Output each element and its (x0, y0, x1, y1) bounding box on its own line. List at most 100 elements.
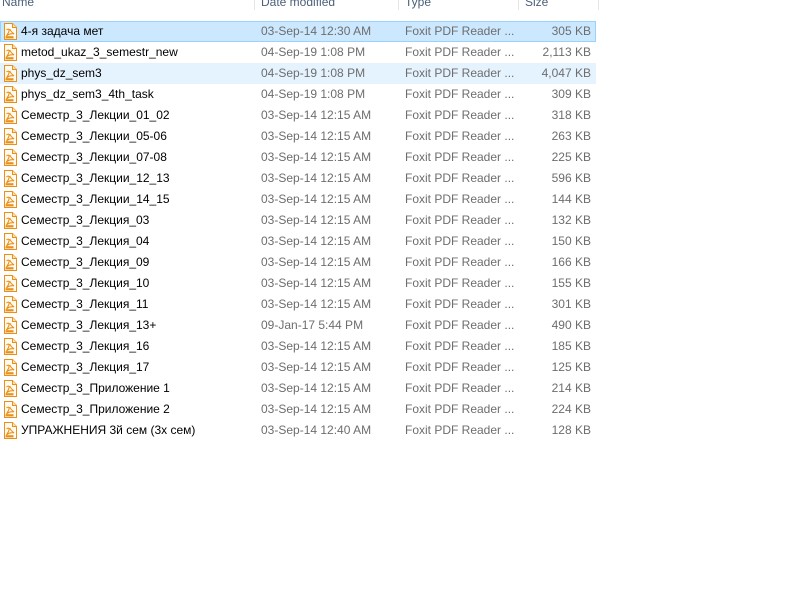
file-type: Foxit PDF Reader ... (405, 318, 515, 332)
column-header-bar: Name Date modified Type Size (0, 0, 600, 12)
file-date-modified: 04-Sep-19 1:08 PM (261, 66, 366, 80)
file-name: phys_dz_sem3_4th_task (21, 87, 154, 101)
column-divider[interactable] (254, 0, 255, 10)
file-date-modified: 04-Sep-19 1:08 PM (261, 87, 366, 101)
pdf-file-icon (2, 44, 18, 61)
file-name: Семестр_3_Лекция_09 (21, 255, 150, 269)
pdf-file-icon (2, 86, 18, 103)
file-size: 125 KB (551, 360, 591, 374)
file-date-modified: 03-Sep-14 12:15 AM (261, 360, 372, 374)
file-row[interactable]: Семестр_3_Лекции_07-08 03-Sep-14 12:15 A… (0, 147, 596, 168)
pdf-file-icon (2, 65, 18, 82)
file-type: Foxit PDF Reader ... (405, 423, 515, 437)
file-date-modified: 03-Sep-14 12:15 AM (261, 402, 372, 416)
file-type: Foxit PDF Reader ... (405, 276, 515, 290)
file-type: Foxit PDF Reader ... (405, 381, 515, 395)
file-explorer-list: Name Date modified Type Size 4-я задача … (0, 0, 600, 589)
file-row[interactable]: Семестр_3_Лекция_04 03-Sep-14 12:15 AM F… (0, 231, 596, 252)
file-name: 4-я задача мет (21, 24, 104, 38)
file-row[interactable]: phys_dz_sem3_4th_task 04-Sep-19 1:08 PM … (0, 84, 596, 105)
file-date-modified: 03-Sep-14 12:15 AM (261, 255, 372, 269)
file-row[interactable]: Семестр_3_Лекция_16 03-Sep-14 12:15 AM F… (0, 336, 596, 357)
file-row[interactable]: phys_dz_sem3 04-Sep-19 1:08 PM Foxit PDF… (0, 63, 596, 84)
file-name: phys_dz_sem3 (21, 66, 102, 80)
file-name: Семестр_3_Лекции_12_13 (21, 171, 170, 185)
file-date-modified: 04-Sep-19 1:08 PM (261, 45, 366, 59)
column-header-type[interactable]: Type (405, 0, 431, 12)
file-row[interactable]: Семестр_3_Лекция_11 03-Sep-14 12:15 AM F… (0, 294, 596, 315)
column-divider[interactable] (598, 0, 599, 10)
file-date-modified: 03-Sep-14 12:15 AM (261, 108, 372, 122)
pdf-file-icon (2, 191, 18, 208)
file-size: 263 KB (551, 129, 591, 143)
file-type: Foxit PDF Reader ... (405, 24, 515, 38)
file-list: 4-я задача мет 03-Sep-14 12:30 AM Foxit … (0, 21, 596, 441)
pdf-file-icon (2, 212, 18, 229)
pdf-file-icon (2, 317, 18, 334)
file-date-modified: 03-Sep-14 12:15 AM (261, 339, 372, 353)
file-row[interactable]: 4-я задача мет 03-Sep-14 12:30 AM Foxit … (0, 21, 596, 42)
file-name: Семестр_3_Лекции_07-08 (21, 150, 167, 164)
pdf-file-icon (2, 380, 18, 397)
file-row[interactable]: Семестр_3_Лекция_03 03-Sep-14 12:15 AM F… (0, 210, 596, 231)
file-date-modified: 03-Sep-14 12:15 AM (261, 213, 372, 227)
file-row[interactable]: Семестр_3_Приложение 2 03-Sep-14 12:15 A… (0, 399, 596, 420)
file-name: Семестр_3_Лекции_01_02 (21, 108, 170, 122)
file-type: Foxit PDF Reader ... (405, 171, 515, 185)
file-row[interactable]: Семестр_3_Лекции_12_13 03-Sep-14 12:15 A… (0, 168, 596, 189)
file-size: 144 KB (551, 192, 591, 206)
file-size: 128 KB (551, 423, 591, 437)
file-size: 318 KB (551, 108, 591, 122)
file-row[interactable]: Семестр_3_Лекции_05-06 03-Sep-14 12:15 A… (0, 126, 596, 147)
column-header-name[interactable]: Name (2, 0, 34, 12)
file-size: 2,113 KB (542, 45, 591, 59)
pdf-file-icon (2, 422, 18, 439)
file-type: Foxit PDF Reader ... (405, 402, 515, 416)
pdf-file-icon (2, 149, 18, 166)
file-date-modified: 03-Sep-14 12:15 AM (261, 234, 372, 248)
column-divider[interactable] (518, 0, 519, 10)
pdf-file-icon (2, 128, 18, 145)
pdf-file-icon (2, 296, 18, 313)
file-name: Семестр_3_Лекция_10 (21, 276, 150, 290)
pdf-file-icon (2, 107, 18, 124)
file-row[interactable]: Семестр_3_Лекция_10 03-Sep-14 12:15 AM F… (0, 273, 596, 294)
file-name: metod_ukaz_3_semestr_new (21, 45, 178, 59)
file-row[interactable]: Семестр_3_Лекции_01_02 03-Sep-14 12:15 A… (0, 105, 596, 126)
file-size: 225 KB (551, 150, 591, 164)
file-size: 309 KB (551, 87, 591, 101)
file-row[interactable]: УПРАЖНЕНИЯ 3й сем (3х сем) 03-Sep-14 12:… (0, 420, 596, 441)
file-type: Foxit PDF Reader ... (405, 360, 515, 374)
file-name: Семестр_3_Приложение 1 (21, 381, 170, 395)
file-name: Семестр_3_Лекция_03 (21, 213, 150, 227)
file-size: 166 KB (551, 255, 591, 269)
file-name: Семестр_3_Приложение 2 (21, 402, 170, 416)
file-type: Foxit PDF Reader ... (405, 108, 515, 122)
file-name: Семестр_3_Лекция_11 (21, 297, 149, 311)
column-header-date[interactable]: Date modified (261, 0, 335, 12)
file-date-modified: 09-Jan-17 5:44 PM (261, 318, 364, 332)
file-row[interactable]: Семестр_3_Лекция_17 03-Sep-14 12:15 AM F… (0, 357, 596, 378)
file-date-modified: 03-Sep-14 12:15 AM (261, 381, 372, 395)
file-row[interactable]: metod_ukaz_3_semestr_new 04-Sep-19 1:08 … (0, 42, 596, 63)
file-size: 185 KB (551, 339, 591, 353)
file-size: 155 KB (551, 276, 591, 290)
file-row[interactable]: Семестр_3_Лекции_14_15 03-Sep-14 12:15 A… (0, 189, 596, 210)
file-row[interactable]: Семестр_3_Лекция_09 03-Sep-14 12:15 AM F… (0, 252, 596, 273)
file-row[interactable]: Семестр_3_Лекция_13+ 09-Jan-17 5:44 PM F… (0, 315, 596, 336)
file-type: Foxit PDF Reader ... (405, 339, 515, 353)
file-name: Семестр_3_Лекция_17 (21, 360, 150, 374)
pdf-file-icon (2, 401, 18, 418)
file-type: Foxit PDF Reader ... (405, 213, 515, 227)
file-name: Семестр_3_Лекция_16 (21, 339, 150, 353)
file-size: 224 KB (551, 402, 591, 416)
file-size: 4,047 KB (541, 66, 591, 80)
file-size: 490 KB (551, 318, 591, 332)
pdf-file-icon (2, 254, 18, 271)
file-row[interactable]: Семестр_3_Приложение 1 03-Sep-14 12:15 A… (0, 378, 596, 399)
column-divider[interactable] (398, 0, 399, 10)
file-date-modified: 03-Sep-14 12:15 AM (261, 171, 372, 185)
file-date-modified: 03-Sep-14 12:30 AM (261, 24, 372, 38)
file-type: Foxit PDF Reader ... (405, 255, 515, 269)
column-header-size[interactable]: Size (525, 0, 548, 12)
